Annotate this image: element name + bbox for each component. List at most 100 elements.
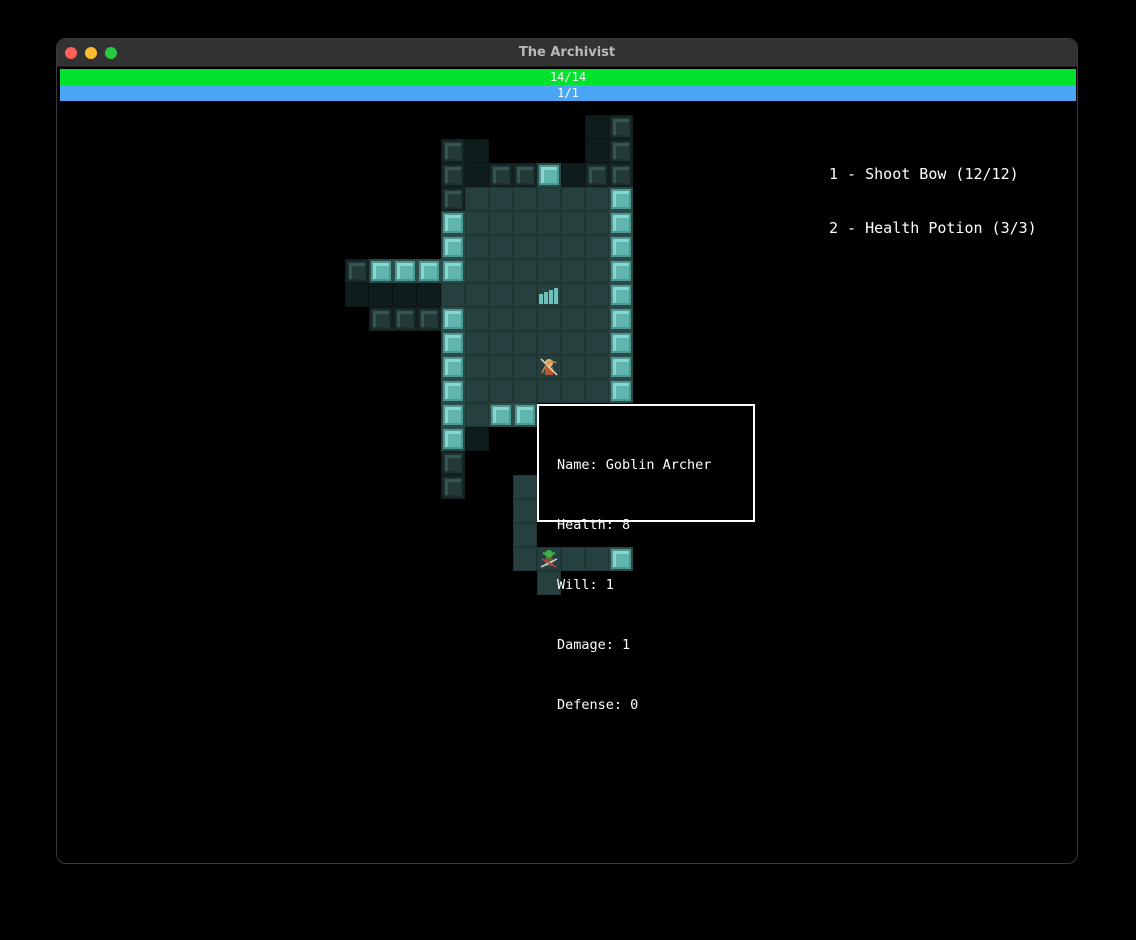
floor-tile[interactable] [441, 283, 465, 307]
wall-tile[interactable] [441, 403, 465, 427]
floor-tile[interactable] [561, 163, 585, 187]
floor-tile[interactable] [537, 187, 561, 211]
floor-tile[interactable] [489, 283, 513, 307]
floor-tile[interactable] [513, 307, 537, 331]
floor-tile[interactable] [537, 211, 561, 235]
floor-tile[interactable] [585, 331, 609, 355]
floor-tile[interactable] [489, 331, 513, 355]
floor-tile[interactable] [561, 379, 585, 403]
wall-tile[interactable] [489, 403, 513, 427]
floor-tile[interactable] [489, 235, 513, 259]
floor-tile[interactable] [513, 283, 537, 307]
floor-tile[interactable] [465, 307, 489, 331]
floor-tile[interactable] [513, 187, 537, 211]
wall-tile[interactable] [609, 379, 633, 403]
floor-tile[interactable] [513, 211, 537, 235]
floor-tile[interactable] [585, 139, 609, 163]
floor-tile[interactable] [489, 187, 513, 211]
wall-tile[interactable] [441, 139, 465, 163]
floor-tile[interactable] [537, 235, 561, 259]
floor-tile[interactable] [465, 283, 489, 307]
floor-tile[interactable] [489, 355, 513, 379]
wall-tile[interactable] [441, 187, 465, 211]
floor-tile[interactable] [561, 211, 585, 235]
wall-tile[interactable] [513, 163, 537, 187]
floor-tile[interactable] [513, 499, 537, 523]
floor-tile[interactable] [585, 235, 609, 259]
wall-tile[interactable] [393, 259, 417, 283]
floor-tile[interactable] [585, 379, 609, 403]
wall-tile[interactable] [609, 163, 633, 187]
floor-tile[interactable] [465, 331, 489, 355]
floor-tile[interactable] [561, 283, 585, 307]
wall-tile[interactable] [441, 211, 465, 235]
wall-tile[interactable] [441, 451, 465, 475]
floor-tile[interactable] [585, 211, 609, 235]
floor-tile[interactable] [561, 235, 585, 259]
floor-tile[interactable] [537, 379, 561, 403]
floor-tile[interactable] [561, 307, 585, 331]
wall-tile[interactable] [609, 139, 633, 163]
wall-tile[interactable] [609, 283, 633, 307]
floor-tile[interactable] [585, 115, 609, 139]
floor-tile[interactable] [537, 307, 561, 331]
floor-tile[interactable] [489, 211, 513, 235]
floor-tile[interactable] [393, 283, 417, 307]
floor-tile[interactable] [465, 427, 489, 451]
floor-tile[interactable] [417, 283, 441, 307]
wall-tile[interactable] [441, 235, 465, 259]
wall-tile[interactable] [537, 163, 561, 187]
floor-tile[interactable] [537, 331, 561, 355]
floor-tile[interactable] [585, 283, 609, 307]
floor-tile[interactable] [513, 331, 537, 355]
floor-tile[interactable] [465, 403, 489, 427]
wall-tile[interactable] [609, 211, 633, 235]
wall-tile[interactable] [441, 331, 465, 355]
floor-tile[interactable] [585, 187, 609, 211]
floor-tile[interactable] [561, 259, 585, 283]
wall-tile[interactable] [345, 259, 369, 283]
floor-tile[interactable] [561, 331, 585, 355]
wall-tile[interactable] [441, 307, 465, 331]
floor-tile[interactable] [561, 187, 585, 211]
floor-tile[interactable] [465, 211, 489, 235]
wall-tile[interactable] [369, 259, 393, 283]
wall-tile[interactable] [441, 427, 465, 451]
hotbar-item-health-potion[interactable]: 2 - Health Potion (3/3) [829, 219, 1037, 237]
wall-tile[interactable] [609, 235, 633, 259]
floor-tile[interactable] [369, 283, 393, 307]
floor-tile[interactable] [465, 235, 489, 259]
wall-tile[interactable] [609, 331, 633, 355]
floor-tile[interactable] [465, 355, 489, 379]
wall-tile[interactable] [609, 355, 633, 379]
wall-tile[interactable] [441, 379, 465, 403]
floor-tile[interactable] [513, 235, 537, 259]
wall-tile[interactable] [441, 259, 465, 283]
floor-tile[interactable] [465, 163, 489, 187]
floor-tile[interactable] [513, 547, 537, 571]
wall-tile[interactable] [441, 475, 465, 499]
floor-tile[interactable] [489, 259, 513, 283]
wall-tile[interactable] [609, 187, 633, 211]
floor-tile[interactable] [489, 379, 513, 403]
floor-tile[interactable] [465, 379, 489, 403]
wall-tile[interactable] [417, 259, 441, 283]
floor-tile[interactable] [585, 259, 609, 283]
floor-tile[interactable] [465, 259, 489, 283]
floor-tile[interactable] [513, 379, 537, 403]
wall-tile[interactable] [585, 163, 609, 187]
archer-hero-icon[interactable] [537, 355, 561, 379]
floor-tile[interactable] [585, 307, 609, 331]
floor-tile[interactable] [345, 283, 369, 307]
floor-tile[interactable] [561, 355, 585, 379]
floor-tile[interactable] [513, 475, 537, 499]
wall-tile[interactable] [513, 403, 537, 427]
wall-tile[interactable] [441, 355, 465, 379]
wall-tile[interactable] [489, 163, 513, 187]
floor-tile[interactable] [537, 259, 561, 283]
wall-tile[interactable] [441, 163, 465, 187]
floor-tile[interactable] [489, 307, 513, 331]
floor-tile[interactable] [585, 355, 609, 379]
floor-tile[interactable] [465, 187, 489, 211]
wall-tile[interactable] [369, 307, 393, 331]
